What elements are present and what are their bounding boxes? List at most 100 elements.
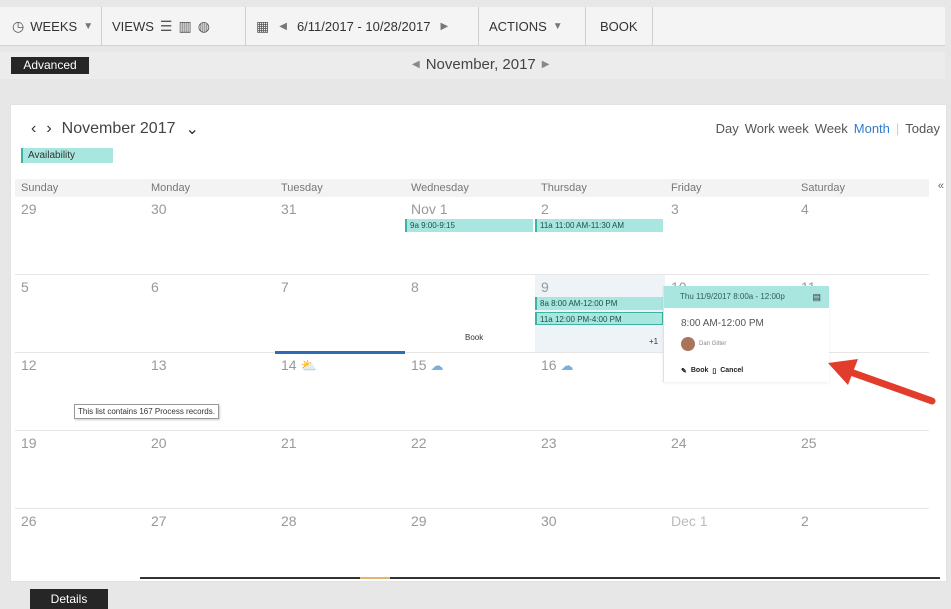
day-number: 15: [411, 357, 427, 373]
divider-accent: [360, 577, 390, 579]
day-number: 2: [541, 201, 549, 217]
day-cell[interactable]: 2 11a 11:00 AM-11:30 AM: [535, 197, 665, 274]
day-number: 6: [151, 279, 159, 295]
popup-book-button[interactable]: Book: [691, 367, 709, 375]
dow-wednesday: Wednesday: [411, 182, 469, 194]
day-cell[interactable]: 3: [665, 197, 795, 274]
view-today[interactable]: Today: [905, 121, 940, 136]
actions-dropdown[interactable]: ACTIONS ▼: [479, 7, 586, 45]
view-month[interactable]: Month: [854, 121, 890, 136]
event-item[interactable]: 11a 11:00 AM-11:30 AM: [535, 219, 663, 232]
day-cell[interactable]: 14 ⛅: [275, 351, 405, 430]
next-chevron-icon[interactable]: ›: [46, 120, 51, 138]
advanced-button[interactable]: Advanced: [11, 57, 89, 74]
day-cell[interactable]: 26: [15, 509, 145, 586]
weeks-dropdown[interactable]: ◷ WEEKS ▼: [0, 7, 102, 45]
view-week[interactable]: Week: [815, 121, 848, 136]
next-month-icon[interactable]: ▶: [542, 59, 550, 70]
day-number: 30: [541, 513, 557, 529]
day-cell[interactable]: 24: [665, 431, 795, 508]
month-navigator: ◀ November, 2017 ▶: [412, 56, 549, 73]
day-cell[interactable]: 28: [275, 509, 405, 586]
day-number: 31: [281, 201, 297, 217]
month-navigation-strip: Advanced ◀ November, 2017 ▶: [0, 52, 945, 79]
event-item[interactable]: 8a 8:00 AM-12:00 PM: [535, 297, 663, 310]
prev-range-icon[interactable]: ◀: [279, 21, 287, 32]
availability-bar[interactable]: Availability: [21, 148, 113, 163]
event-item-selected[interactable]: 11a 12:00 PM-4:00 PM: [535, 312, 663, 325]
day-cell[interactable]: 21: [275, 431, 405, 508]
today-indicator: [275, 351, 405, 354]
day-number: 16: [541, 357, 557, 373]
view-day[interactable]: Day: [716, 121, 739, 136]
divider: |: [895, 121, 900, 136]
day-cell[interactable]: Dec 1: [665, 509, 795, 586]
day-number: 12: [21, 357, 37, 373]
day-cell[interactable]: 30: [535, 509, 665, 586]
day-cell[interactable]: 9 8a 8:00 AM-12:00 PM 11a 12:00 PM-4:00 …: [535, 275, 665, 352]
collapse-icon[interactable]: «: [938, 180, 944, 192]
globe-icon[interactable]: ◍: [198, 19, 210, 33]
day-cell[interactable]: 19: [15, 431, 145, 508]
day-cell[interactable]: 30: [145, 197, 275, 274]
day-number: 28: [281, 513, 297, 529]
day-number: 3: [671, 201, 679, 217]
day-number: 25: [801, 435, 817, 451]
day-cell[interactable]: 20: [145, 431, 275, 508]
day-number: 7: [281, 279, 289, 295]
book-button[interactable]: BOOK: [586, 7, 653, 45]
popup-header-text: Thu 11/9/2017 8:00a - 12:00p: [680, 292, 785, 301]
day-cell[interactable]: 4: [795, 197, 925, 274]
prev-month-icon[interactable]: ◀: [412, 59, 420, 70]
day-cell[interactable]: 29: [405, 509, 535, 586]
event-item[interactable]: 9a 9:00-9:15: [405, 219, 533, 232]
day-cell[interactable]: Nov 1 9a 9:00-9:15: [405, 197, 535, 274]
book-link[interactable]: Book: [465, 333, 483, 342]
week-row: 19 20 21 22 23 24 25: [15, 431, 929, 509]
day-number: 23: [541, 435, 557, 451]
day-cell[interactable]: 5: [15, 275, 145, 352]
bottom-divider: [140, 577, 940, 579]
day-number: 13: [151, 357, 167, 373]
day-cell[interactable]: 8 Book: [405, 275, 535, 352]
next-range-icon[interactable]: ▶: [440, 21, 448, 32]
day-cell[interactable]: 27: [145, 509, 275, 586]
cloud-icon: ☁: [430, 358, 444, 373]
day-number: 19: [21, 435, 37, 451]
details-button[interactable]: Details: [30, 589, 108, 609]
view-work-week[interactable]: Work week: [745, 121, 809, 136]
day-cell[interactable]: 2: [795, 509, 925, 586]
day-of-week-header: Sunday Monday Tuesday Wednesday Thursday…: [15, 179, 929, 197]
popup-time: 8:00 AM-12:00 PM: [681, 318, 764, 329]
popup-actions: ✎ Book ▯ Cancel: [681, 367, 743, 375]
day-cell[interactable]: 7: [275, 275, 405, 352]
popup-cancel-button[interactable]: Cancel: [720, 367, 743, 375]
views-label: VIEWS: [112, 18, 154, 34]
day-number: 30: [151, 201, 167, 217]
day-cell[interactable]: 15 ☁: [405, 353, 535, 430]
popup-header: Thu 11/9/2017 8:00a - 12:00p ▤: [664, 286, 829, 308]
trash-icon: ▯: [712, 368, 717, 375]
calendar-icon[interactable]: ▤: [812, 286, 821, 308]
day-cell[interactable]: 22: [405, 431, 535, 508]
chevron-down-icon[interactable]: ⌄: [186, 119, 199, 139]
month-grid: 29 30 31 Nov 1 9a 9:00-9:15 2 11a 11:00 …: [15, 197, 929, 587]
column-view-icon[interactable]: ▥: [178, 19, 191, 33]
day-cell[interactable]: 29: [15, 197, 145, 274]
day-cell[interactable]: 31: [275, 197, 405, 274]
more-events-link[interactable]: +1: [649, 337, 658, 346]
dow-sunday: Sunday: [21, 182, 59, 194]
list-view-icon[interactable]: ☰: [160, 19, 173, 33]
red-arrow-annotation: [828, 359, 936, 405]
day-cell[interactable]: 23: [535, 431, 665, 508]
calendar-title[interactable]: November 2017: [62, 120, 176, 138]
prev-chevron-icon[interactable]: ‹: [31, 120, 36, 138]
dow-saturday: Saturday: [801, 182, 846, 194]
day-number: 8: [411, 279, 419, 295]
day-cell[interactable]: 25: [795, 431, 925, 508]
day-cell[interactable]: 16 ☁: [535, 353, 665, 430]
day-cell[interactable]: 6: [145, 275, 275, 352]
calendar-icon[interactable]: ▦: [256, 19, 269, 33]
views-group: VIEWS ☰ ▥ ◍: [102, 7, 246, 45]
weeks-label: WEEKS: [30, 18, 78, 34]
